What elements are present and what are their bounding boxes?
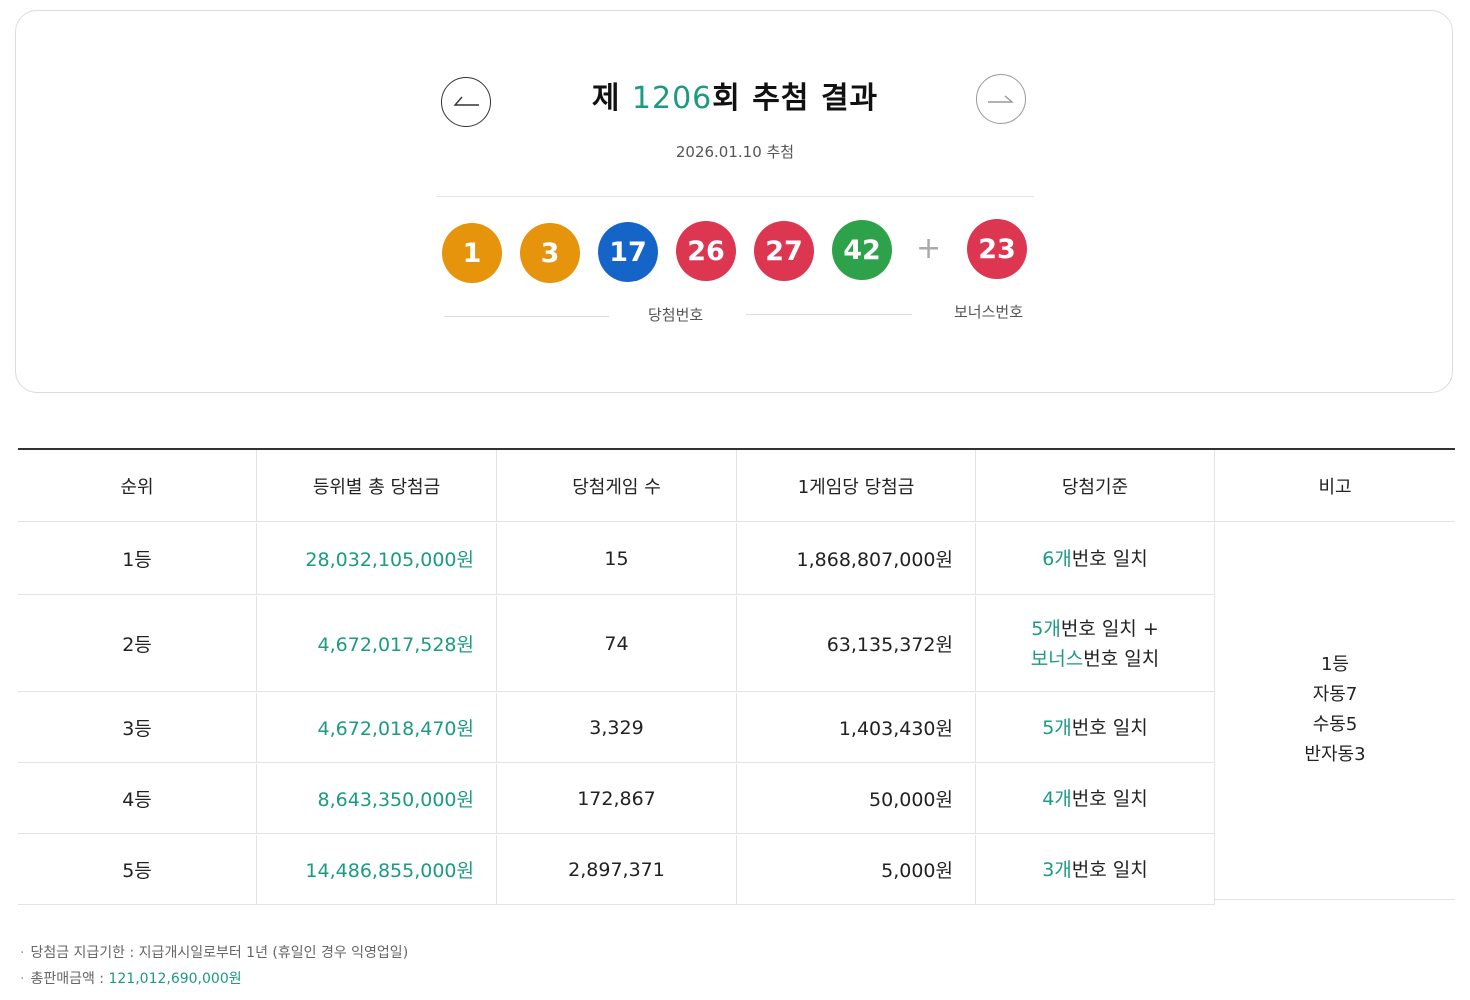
bullet: ·	[20, 971, 25, 987]
page-title: 제 1206회 추첨 결과	[16, 73, 1454, 117]
note-cell: 1등 자동7 수동5 반자동3	[1215, 520, 1455, 900]
winning-ball-1: 1	[442, 223, 502, 283]
winning-games-cell: 15	[497, 523, 737, 594]
draw-result-card: 제 1206회 추첨 결과 2026.01.10 추첨 1 3 17 26 27…	[15, 10, 1453, 393]
table-row: 5등 14,486,855,000원 2,897,371 5,000원 3개번호…	[18, 835, 1215, 905]
prize-per-game-cell: 63,135,372원	[737, 596, 976, 691]
note-line: 1등	[1320, 653, 1349, 675]
round-number: 1206	[631, 81, 713, 116]
prize-per-game-cell: 5,000원	[737, 835, 976, 904]
rank-cell: 5등	[18, 835, 257, 904]
criteria-line: 5개번호 일치 +	[1031, 617, 1159, 640]
total-prize-cell: 4,672,017,528원	[257, 596, 497, 691]
table-row: 3등 4,672,018,470원 3,329 1,403,430원 5개번호 …	[18, 693, 1215, 763]
note-line: 반자동3	[1304, 743, 1366, 765]
header-prize-per-game: 1게임당 당첨금	[737, 450, 976, 521]
criteria-line: 5개번호 일치	[1042, 716, 1148, 739]
footnotes: · 당첨금 지급기한 : 지급개시일로부터 1년 (휴일인 경우 익영업일) · 총…	[20, 940, 408, 992]
plus-sign: +	[916, 231, 942, 266]
criteria-line: 6개번호 일치	[1042, 547, 1148, 570]
winning-ball-3: 17	[598, 222, 658, 282]
header-rank: 순위	[18, 450, 257, 521]
rank-cell: 3등	[18, 693, 257, 762]
arrow-right-icon	[988, 95, 1014, 103]
winning-label-line-left	[444, 316, 609, 317]
table-header-row: 순위 등위별 총 당첨금 당첨게임 수 1게임당 당첨금 당첨기준 비고	[18, 450, 1455, 522]
header-criteria: 당첨기준	[976, 450, 1215, 521]
rank-cell: 4등	[18, 764, 257, 833]
total-prize-cell: 8,643,350,000원	[257, 764, 497, 833]
total-prize-cell: 14,486,855,000원	[257, 835, 497, 904]
total-prize-cell: 28,032,105,000원	[257, 523, 497, 594]
table-row: 4등 8,643,350,000원 172,867 50,000원 4개번호 일…	[18, 764, 1215, 834]
winning-games-cell: 2,897,371	[497, 835, 737, 904]
criteria-cell: 6개번호 일치	[976, 523, 1215, 594]
prize-per-game-cell: 1,403,430원	[737, 693, 976, 762]
winning-label-line-right	[746, 314, 912, 315]
criteria-cell: 5개번호 일치	[976, 693, 1215, 762]
winning-ball-2: 3	[520, 223, 580, 283]
payment-deadline-note: · 당첨금 지급기한 : 지급개시일로부터 1년 (휴일인 경우 익영업일)	[20, 945, 409, 961]
header-winning-games: 당첨게임 수	[497, 450, 737, 521]
note-line: 수동5	[1312, 713, 1358, 735]
total-prize-cell: 4,672,018,470원	[257, 693, 497, 762]
criteria-line: 3개번호 일치	[1042, 858, 1148, 881]
total-sales-value: 121,012,690,000원	[108, 971, 242, 987]
criteria-line: 4개번호 일치	[1042, 787, 1148, 810]
table-row: 1등 28,032,105,000원 15 1,868,807,000원 6개번…	[18, 523, 1215, 595]
header-total-prize: 등위별 총 당첨금	[257, 450, 497, 521]
winning-numbers-label: 당첨번호	[648, 306, 704, 324]
winning-ball-4: 26	[676, 221, 736, 281]
total-sales-note: · 총판매금액 : 121,012,690,000원	[20, 971, 242, 987]
bonus-number-label: 보너스번호	[954, 303, 1024, 321]
criteria-cell: 3개번호 일치	[976, 835, 1215, 904]
rank-cell: 1등	[18, 523, 257, 594]
prize-per-game-cell: 50,000원	[737, 764, 976, 833]
table-row: 2등 4,672,017,528원 74 63,135,372원 5개번호 일치…	[18, 596, 1215, 692]
note-line: 자동7	[1312, 683, 1358, 705]
winning-ball-6: 42	[832, 220, 892, 280]
winning-games-cell: 3,329	[497, 693, 737, 762]
divider	[436, 196, 1034, 197]
criteria-cell: 4개번호 일치	[976, 764, 1215, 833]
next-round-button[interactable]	[976, 74, 1026, 124]
header-note: 비고	[1318, 476, 1352, 498]
title-suffix: 회 추첨 결과	[712, 81, 879, 116]
winning-games-cell: 172,867	[497, 764, 737, 833]
rank-cell: 2등	[18, 596, 257, 691]
draw-date: 2026.01.10 추첨	[675, 143, 795, 161]
title-prefix: 제	[591, 81, 632, 116]
criteria-line-bonus: 보너스번호 일치	[1030, 647, 1160, 670]
winning-games-cell: 74	[497, 596, 737, 691]
bonus-ball: 23	[967, 219, 1027, 279]
prize-per-game-cell: 1,868,807,000원	[737, 523, 976, 594]
bullet: ·	[20, 945, 25, 961]
criteria-cell: 5개번호 일치 + 보너스번호 일치	[976, 596, 1215, 691]
winning-ball-5: 27	[754, 221, 814, 281]
